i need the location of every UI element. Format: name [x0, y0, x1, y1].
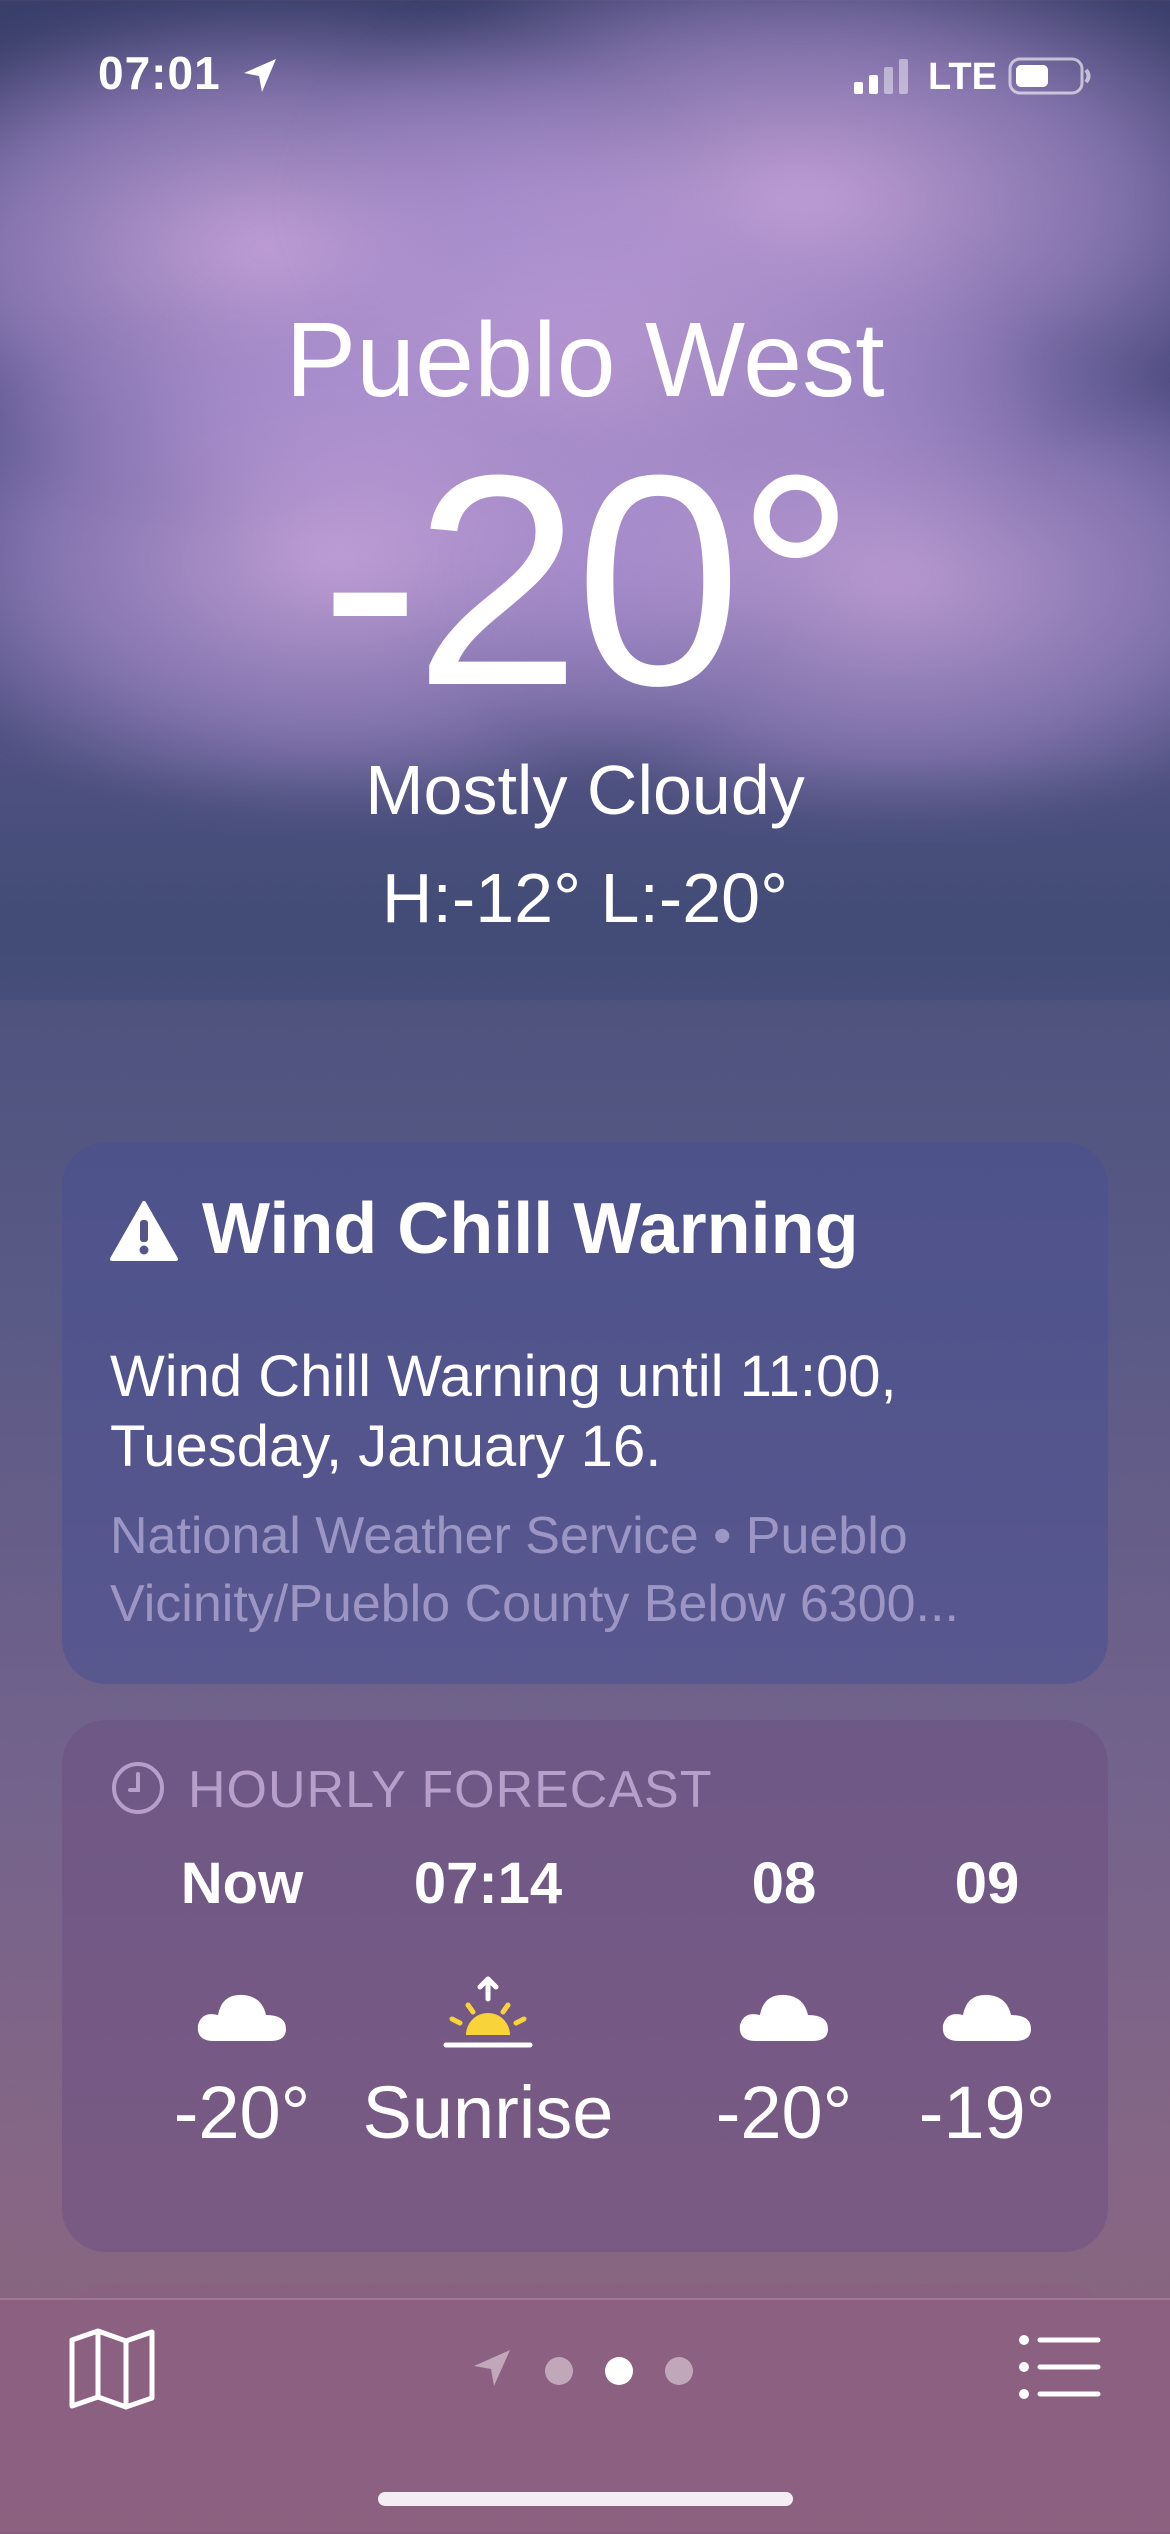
city-name: Pueblo West [285, 301, 885, 419]
condition-text: Mostly Cloudy [365, 751, 805, 829]
signal-icon [854, 59, 908, 94]
alert-source: National Weather Service • Pueblo Vicini… [110, 1507, 959, 1633]
cloud-icon [942, 1994, 1031, 2041]
network-type: LTE [928, 56, 997, 98]
clock-icon [112, 1762, 164, 1814]
location-arrow-icon [244, 59, 276, 92]
page-dot[interactable] [545, 2357, 573, 2385]
page-dot[interactable] [665, 2357, 693, 2385]
alert-body: Wind Chill Warning until 11:00, Tuesday,… [110, 1344, 897, 1479]
cloud-icon [197, 1994, 286, 2041]
hourly-item-09: 09 -19° [862, 1850, 1112, 2220]
hour-temperature: Sunrise [362, 2071, 614, 2154]
warning-triangle-icon [110, 1201, 178, 1261]
page-dot-active[interactable] [605, 2357, 633, 2385]
weather-alert-card[interactable]: Wind Chill Warning Wind Chill Warning un… [62, 1142, 1108, 1684]
hourly-item-sunrise: 07:14 Sunrise [338, 1850, 638, 2220]
hour-label: 07:14 [413, 1851, 563, 1916]
alert-title: Wind Chill Warning [202, 1189, 859, 1269]
page-indicator[interactable] [470, 2344, 710, 2394]
hourly-forecast-card[interactable]: HOURLY FORECAST Now -20° 07:14 Sunrise 0… [62, 1720, 1108, 2252]
map-icon[interactable] [68, 2328, 156, 2410]
hour-label: 09 [954, 1851, 1020, 1916]
list-icon[interactable] [1018, 2332, 1102, 2402]
home-indicator[interactable] [378, 2492, 793, 2506]
battery-icon [1008, 57, 1091, 95]
hourly-forecast-header: HOURLY FORECAST [188, 1761, 713, 1819]
hour-temperature: -19° [918, 2071, 1056, 2154]
current-temperature: -20° [320, 412, 856, 748]
cloud-icon [739, 1994, 828, 2041]
high-low-temperature: H:-12° L:-20° [381, 859, 789, 937]
location-page-icon [474, 2350, 510, 2386]
status-time: 07:01 [98, 47, 221, 99]
status-bar: 07:01 LTE [0, 0, 1170, 150]
sunrise-icon [443, 1976, 533, 2048]
